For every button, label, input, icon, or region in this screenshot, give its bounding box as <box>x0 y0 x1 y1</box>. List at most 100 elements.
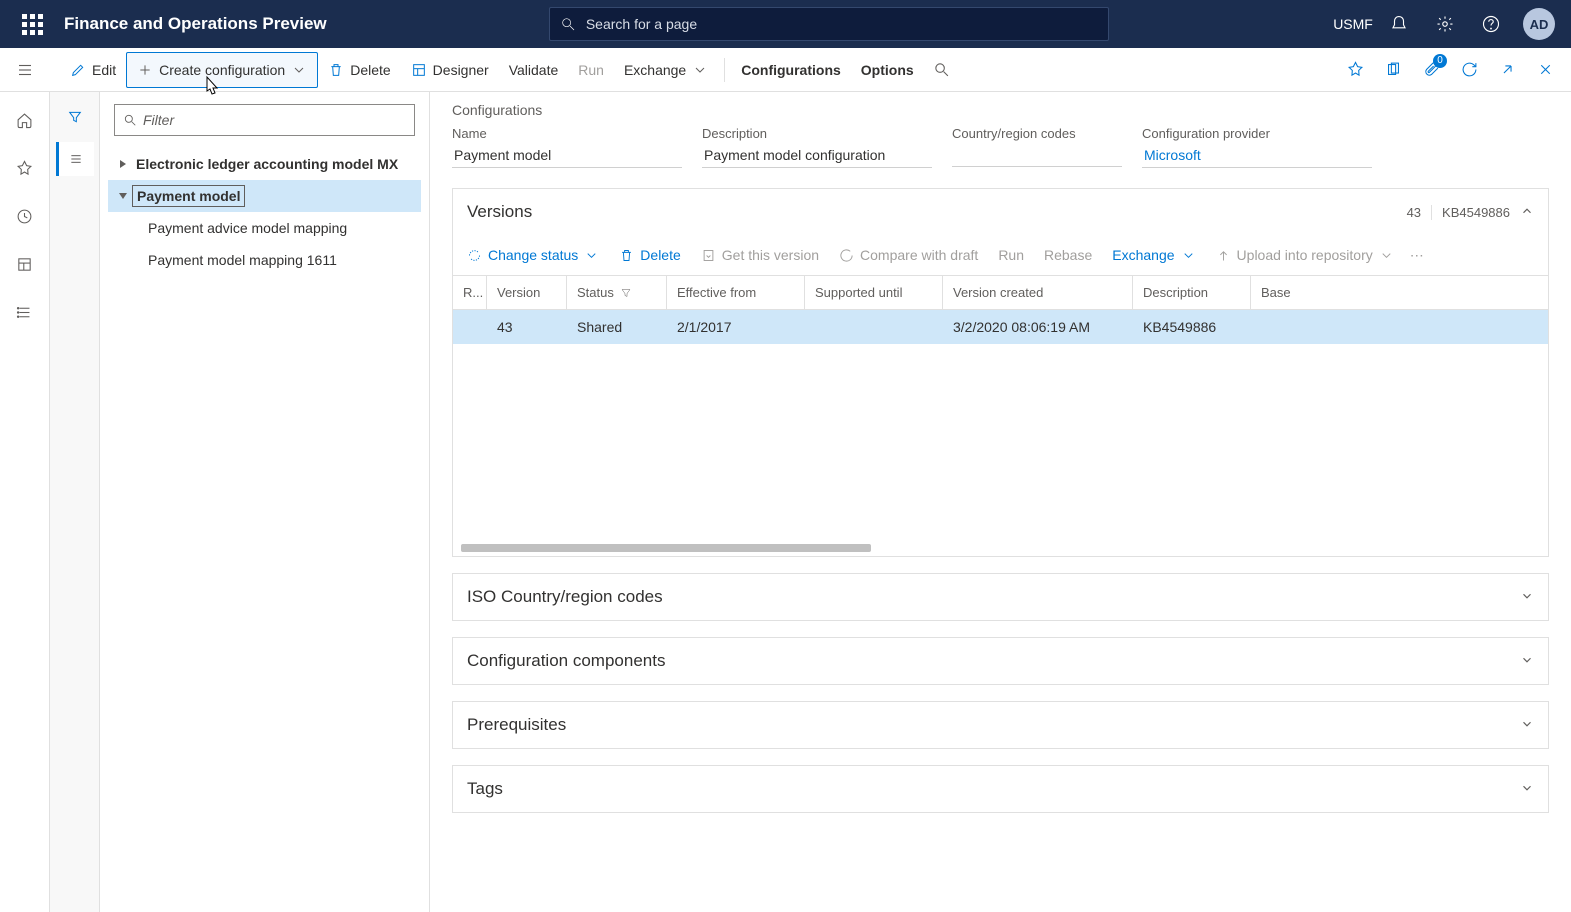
tree-label: Payment model mapping 1611 <box>144 250 341 270</box>
run-label: Run <box>578 62 604 78</box>
notifications-button[interactable] <box>1377 0 1421 48</box>
trash-icon <box>328 62 344 78</box>
filter-icon[interactable] <box>620 287 632 299</box>
configurations-label: Configurations <box>741 62 841 78</box>
exchange-button[interactable]: Exchange <box>614 52 718 88</box>
version-delete-label: Delete <box>640 247 680 263</box>
versions-section: Versions 43 KB4549886 Change status Dele… <box>452 188 1549 557</box>
nav-hamburger[interactable] <box>0 48 50 92</box>
provider-field[interactable]: Microsoft <box>1142 143 1372 168</box>
nav-workspaces[interactable] <box>5 244 45 284</box>
chevron-down-icon[interactable] <box>1520 589 1534 606</box>
refresh-button[interactable] <box>1451 52 1487 88</box>
open-in-new-button[interactable] <box>1375 52 1411 88</box>
pin-button[interactable] <box>1337 52 1373 88</box>
popout-button[interactable] <box>1489 52 1525 88</box>
versions-section-header[interactable]: Versions 43 KB4549886 <box>453 189 1548 235</box>
cell-effective: 2/1/2017 <box>667 310 805 344</box>
filter-placeholder: Filter <box>143 112 174 128</box>
iso-section-header[interactable]: ISO Country/region codes <box>453 574 1548 620</box>
col-status[interactable]: Status <box>567 276 667 309</box>
col-r[interactable]: R... <box>453 276 487 309</box>
options-tab[interactable]: Options <box>851 52 924 88</box>
designer-icon <box>411 62 427 78</box>
global-search-input[interactable]: Search for a page <box>549 7 1109 41</box>
designer-label: Designer <box>433 62 489 78</box>
edit-label: Edit <box>92 62 116 78</box>
company-selector[interactable]: USMF <box>1331 0 1375 48</box>
versions-meta-kb: KB4549886 <box>1432 205 1520 220</box>
attachments-button[interactable]: 0 <box>1413 52 1449 88</box>
versions-grid: R... Version Status Effective from Suppo… <box>453 275 1548 553</box>
provider-field-label: Configuration provider <box>1142 126 1372 141</box>
delete-button[interactable]: Delete <box>318 52 400 88</box>
nav-modules[interactable] <box>5 292 45 332</box>
change-status-label: Change status <box>488 247 578 263</box>
tree-item-payment-advice-mapping[interactable]: Payment advice model mapping <box>108 212 421 244</box>
version-delete-button[interactable]: Delete <box>611 239 688 271</box>
validate-button[interactable]: Validate <box>499 52 569 88</box>
description-field-label: Description <box>702 126 932 141</box>
edit-button[interactable]: Edit <box>60 52 126 88</box>
designer-button[interactable]: Designer <box>401 52 499 88</box>
app-launcher-icon[interactable] <box>8 0 56 48</box>
col-effective[interactable]: Effective from <box>667 276 805 309</box>
chevron-down-icon[interactable] <box>1520 653 1534 670</box>
create-configuration-button[interactable]: Create configuration <box>126 52 318 88</box>
settings-button[interactable] <box>1423 0 1467 48</box>
caret-right-icon[interactable] <box>114 159 132 169</box>
cell-base <box>1251 310 1548 344</box>
name-field-label: Name <box>452 126 682 141</box>
cell-supported <box>805 310 943 344</box>
change-status-button[interactable]: Change status <box>459 239 607 271</box>
user-avatar[interactable]: AD <box>1523 8 1555 40</box>
col-description[interactable]: Description <box>1133 276 1251 309</box>
col-version[interactable]: Version <box>487 276 567 309</box>
name-field[interactable]: Payment model <box>452 143 682 168</box>
prerequisites-section-title: Prerequisites <box>467 715 1520 735</box>
chevron-up-icon[interactable] <box>1520 204 1534 221</box>
tree-item-electronic-ledger[interactable]: Electronic ledger accounting model MX <box>108 148 421 180</box>
caret-down-icon[interactable] <box>114 191 132 201</box>
nav-recent[interactable] <box>5 196 45 236</box>
tree-item-payment-model[interactable]: Payment model <box>108 180 421 212</box>
version-exchange-button[interactable]: Exchange <box>1104 239 1203 271</box>
configurations-tab[interactable]: Configurations <box>731 52 851 88</box>
filter-panel-button[interactable] <box>56 100 94 134</box>
cell-description: KB4549886 <box>1133 310 1251 344</box>
close-button[interactable] <box>1527 52 1563 88</box>
search-icon <box>560 16 576 32</box>
chevron-down-icon[interactable] <box>1520 717 1534 734</box>
versions-meta-version: 43 <box>1397 205 1432 220</box>
chevron-down-icon <box>584 248 599 263</box>
version-run-button: Run <box>990 239 1032 271</box>
components-section-header[interactable]: Configuration components <box>453 638 1548 684</box>
list-panel-button[interactable] <box>56 142 94 176</box>
description-field[interactable]: Payment model configuration <box>702 143 932 168</box>
tree-filter-input[interactable]: Filter <box>114 104 415 136</box>
delete-label: Delete <box>350 62 390 78</box>
region-field[interactable] <box>952 143 1122 167</box>
chevron-down-icon[interactable] <box>1520 781 1534 798</box>
toolbar-search-button[interactable] <box>924 52 960 88</box>
help-button[interactable] <box>1469 0 1513 48</box>
run-button: Run <box>568 52 614 88</box>
tags-section-header[interactable]: Tags <box>453 766 1548 812</box>
col-supported[interactable]: Supported until <box>805 276 943 309</box>
horizontal-scrollbar[interactable] <box>461 543 1540 553</box>
nav-home[interactable] <box>5 100 45 140</box>
more-button[interactable]: ⋯ <box>1406 239 1428 271</box>
tree-item-payment-model-mapping-1611[interactable]: Payment model mapping 1611 <box>108 244 421 276</box>
prerequisites-section-header[interactable]: Prerequisites <box>453 702 1548 748</box>
col-created[interactable]: Version created <box>943 276 1133 309</box>
plus-icon <box>137 62 153 78</box>
col-base[interactable]: Base <box>1251 276 1548 309</box>
breadcrumb: Configurations <box>452 102 1549 118</box>
compare-label: Compare with draft <box>860 247 978 263</box>
nav-favorites[interactable] <box>5 148 45 188</box>
rebase-label: Rebase <box>1044 247 1092 263</box>
tags-section-title: Tags <box>467 779 1520 799</box>
grid-row[interactable]: 43 Shared 2/1/2017 3/2/2020 08:06:19 AM … <box>453 310 1548 344</box>
chevron-down-icon <box>1181 248 1196 263</box>
cell-created: 3/2/2020 08:06:19 AM <box>943 310 1133 344</box>
